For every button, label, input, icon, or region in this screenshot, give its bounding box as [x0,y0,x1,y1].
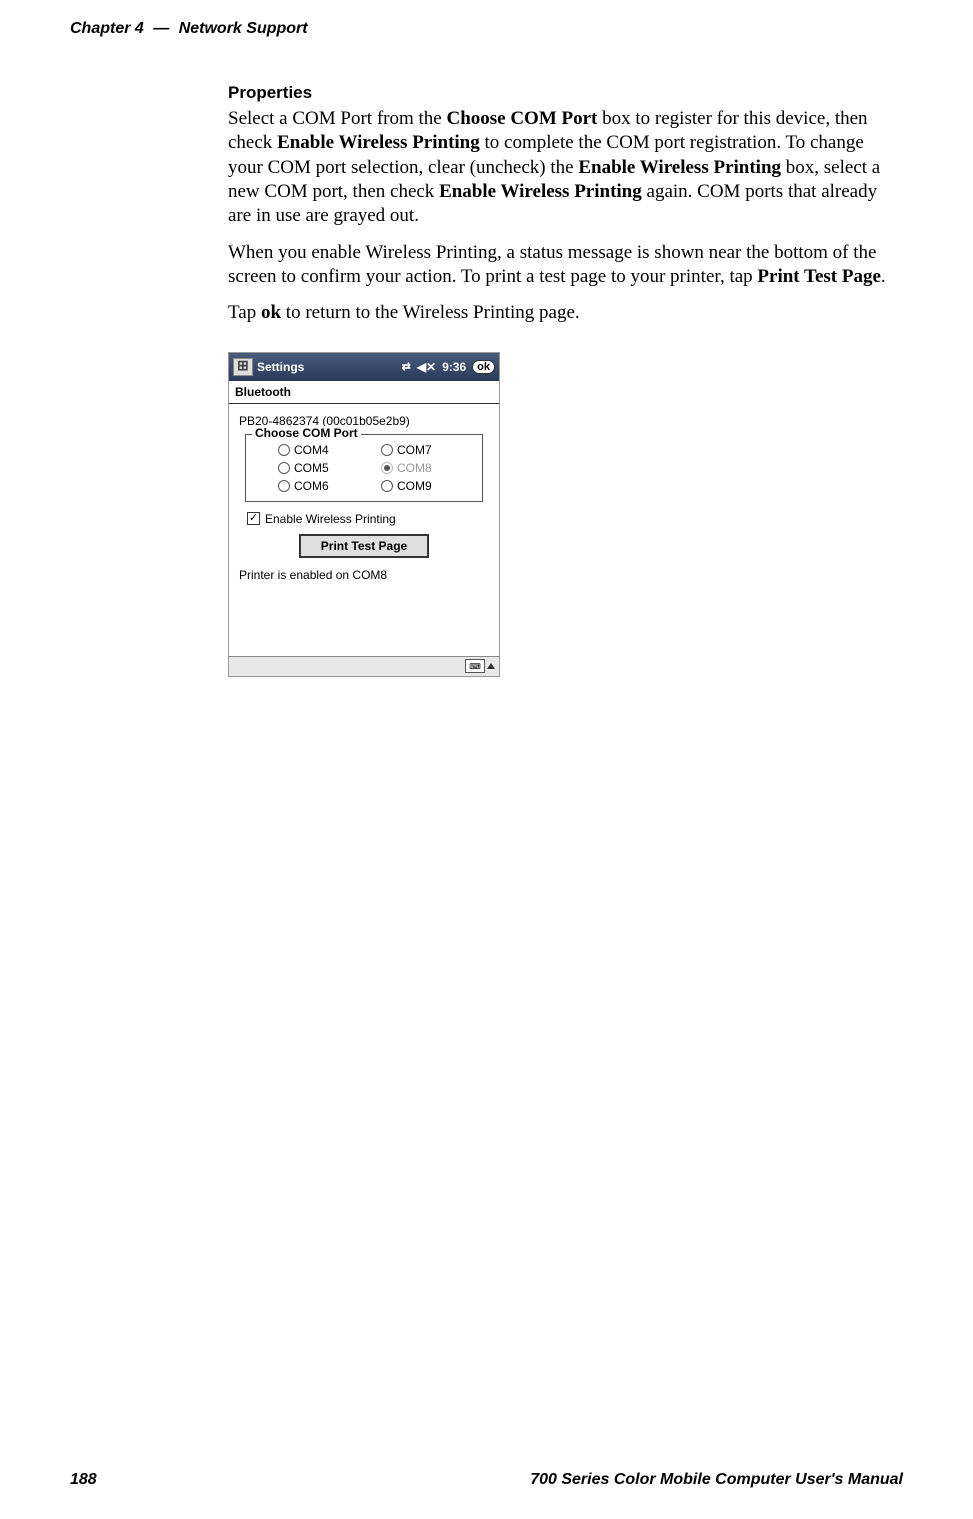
com-port-grid: COM4 COM7 COM5 COM8 COM6 COM9 [254,441,474,493]
radio-icon [381,462,393,474]
page-header: Chapter 4 — Network Support [0,0,973,48]
p3-bold-1: ok [261,302,281,323]
p3-text: to return to the Wireless Printing page. [281,302,580,323]
p2-text: . [881,266,886,287]
page-footer: 188 700 Series Color Mobile Computer Use… [0,1471,973,1489]
radio-label: COM8 [397,461,432,475]
radio-icon [381,480,393,492]
device-screenshot: Settings ⇄ ◀✕ 9:36 ok Bluetooth PB20-486… [228,352,500,677]
p1-text: Select a COM Port from the [228,108,446,129]
com-port-radio[interactable]: COM7 [381,443,474,457]
screenshot-subheader: Bluetooth [229,381,499,404]
com-port-fieldset: Choose COM Port COM4COM7COM5COM8COM6COM9 [245,434,483,502]
volume-icon[interactable]: ◀✕ [417,360,436,374]
section-title: Properties [228,83,903,103]
p1-bold-3: Enable Wireless Printing [578,157,781,178]
radio-icon [278,480,290,492]
radio-icon [381,444,393,456]
p1-bold-1: Choose COM Port [446,108,597,129]
keyboard-icon[interactable]: ⌨ [465,659,485,673]
content-area: Properties Select a COM Port from the Ch… [0,48,973,677]
com-port-radio[interactable]: COM9 [381,479,474,493]
header-title: Network Support [179,20,308,37]
manual-title: 700 Series Color Mobile Computer User's … [530,1471,903,1489]
p1-bold-2: Enable Wireless Printing [277,132,480,153]
titlebar-title: Settings [257,360,304,374]
radio-label: COM4 [294,443,329,457]
connectivity-icon[interactable]: ⇄ [402,360,411,373]
chapter-number: Chapter 4 [70,20,144,37]
titlebar-time: 9:36 [442,360,466,374]
radio-icon [278,462,290,474]
ok-button[interactable]: ok [472,360,495,374]
paragraph-2: When you enable Wireless Printing, a sta… [228,241,903,290]
com-port-radio[interactable]: COM4 [278,443,371,457]
paragraph-3: Tap ok to return to the Wireless Printin… [228,301,903,325]
screenshot-body: PB20-4862374 (00c01b05e2b9) Choose COM P… [229,404,499,656]
radio-icon [278,444,290,456]
header-separator: — [153,20,169,37]
radio-label: COM6 [294,479,329,493]
arrow-up-icon[interactable] [487,663,495,669]
p2-bold-1: Print Test Page [757,266,881,287]
paragraph-1: Select a COM Port from the Choose COM Po… [228,107,903,229]
fieldset-legend: Choose COM Port [252,426,361,440]
page-number: 188 [70,1471,97,1489]
checkbox-icon[interactable]: ✓ [247,512,260,525]
screenshot-footer: ⌨ [229,656,499,676]
checkbox-label: Enable Wireless Printing [265,512,396,526]
print-test-page-button[interactable]: Print Test Page [299,534,429,558]
com-port-radio[interactable]: COM6 [278,479,371,493]
p1-bold-4: Enable Wireless Printing [439,181,642,202]
p3-text: Tap [228,302,261,323]
status-text: Printer is enabled on COM8 [237,568,491,582]
screenshot-titlebar: Settings ⇄ ◀✕ 9:36 ok [229,353,499,381]
start-icon[interactable] [233,358,253,376]
com-port-radio[interactable]: COM5 [278,461,371,475]
radio-label: COM5 [294,461,329,475]
radio-label: COM7 [397,443,432,457]
com-port-radio: COM8 [381,461,474,475]
titlebar-right: ⇄ ◀✕ 9:36 ok [402,360,495,374]
titlebar-left: Settings [233,358,304,376]
enable-wireless-checkbox-row[interactable]: ✓ Enable Wireless Printing [247,512,491,526]
radio-label: COM9 [397,479,432,493]
